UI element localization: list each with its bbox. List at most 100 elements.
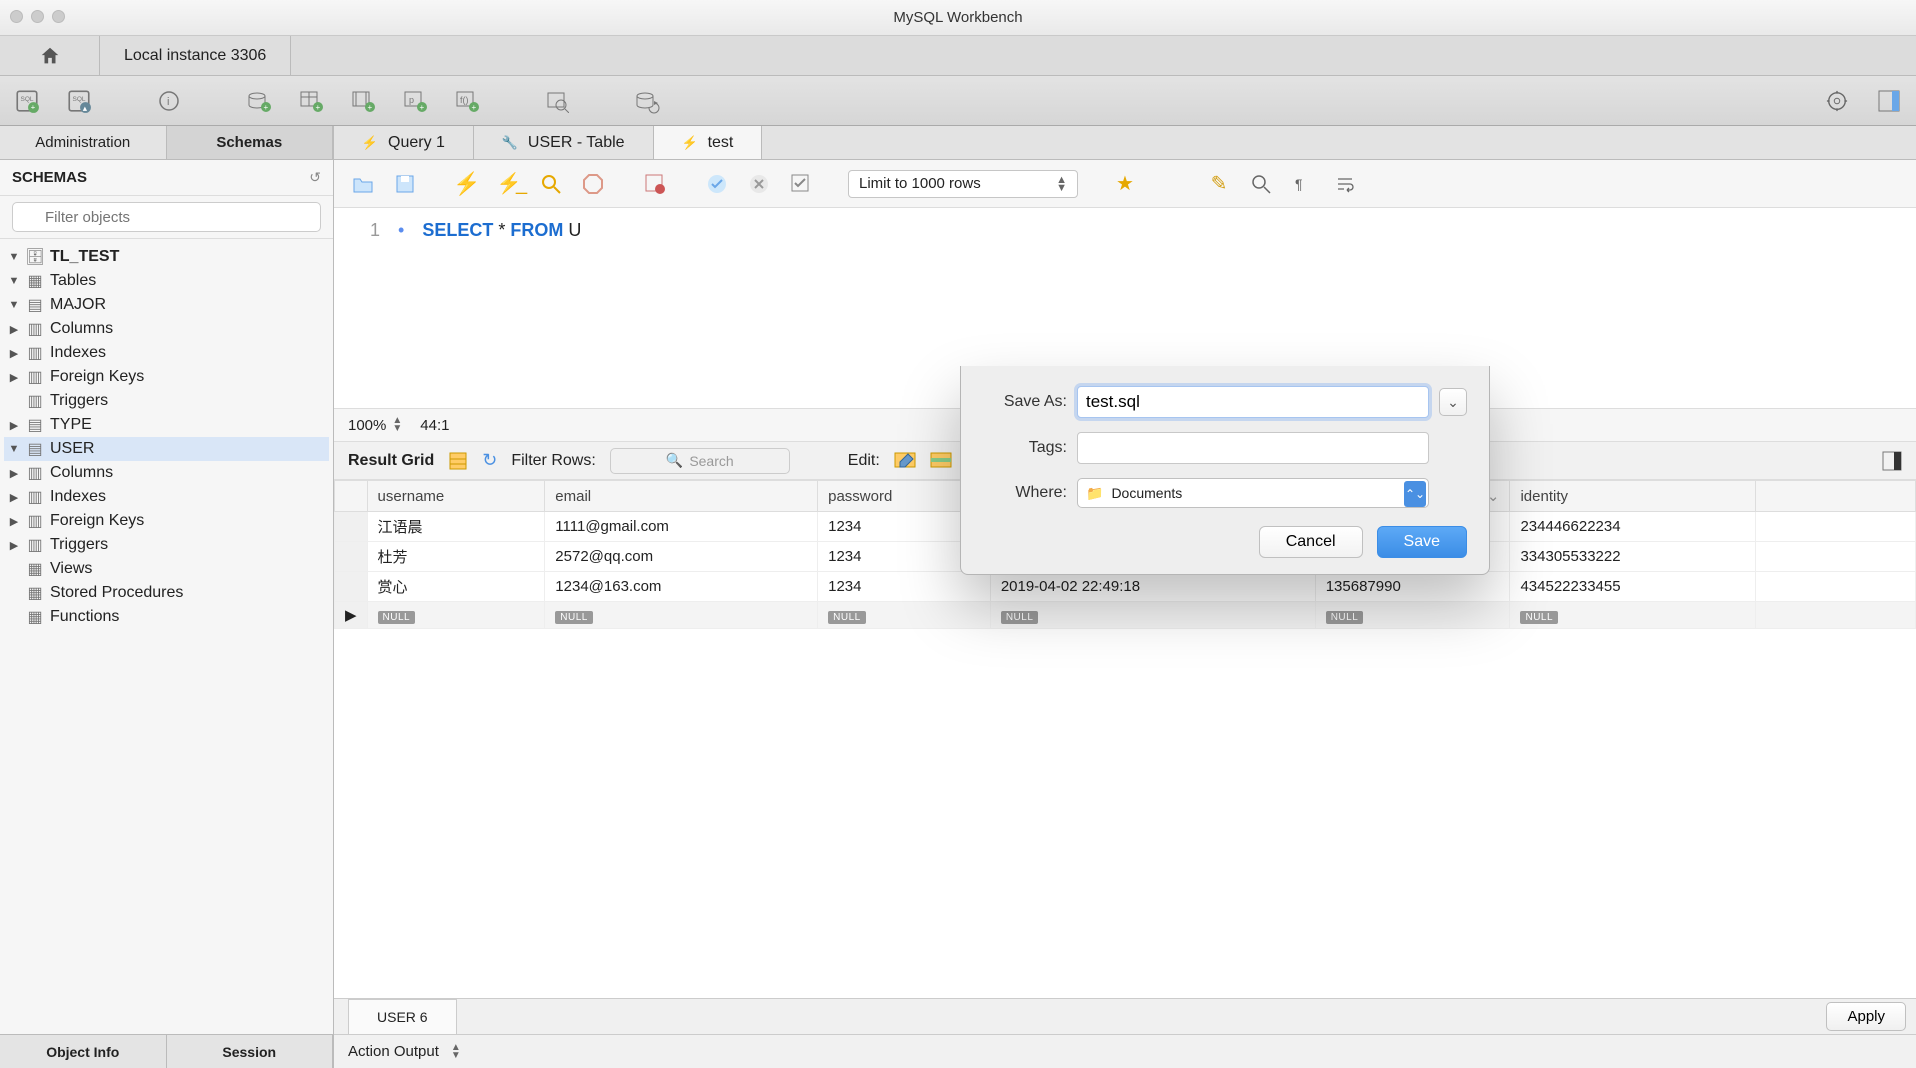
toggle-grid-panel-icon[interactable]: [1882, 451, 1902, 471]
home-tab[interactable]: [0, 36, 100, 75]
tables-node[interactable]: ▼▦Tables: [4, 269, 329, 293]
line-number: 1: [370, 220, 380, 240]
search-table-data-button[interactable]: [540, 84, 574, 118]
columns-icon: ▥: [26, 320, 44, 338]
stop-icon[interactable]: [578, 169, 608, 199]
stored-procedures-node[interactable]: ▦Stored Procedures: [4, 581, 329, 605]
new-sql-tab-button[interactable]: SQL+: [10, 84, 44, 118]
editor-tab-user-table[interactable]: 🔧 USER - Table: [474, 126, 654, 159]
svg-text:+: +: [368, 103, 373, 112]
result-tab-user6[interactable]: USER 6: [348, 999, 457, 1034]
folder-icon: 📁: [1086, 485, 1103, 502]
indexes-node[interactable]: ▶▥Indexes: [4, 341, 329, 365]
rollback-icon[interactable]: [744, 169, 774, 199]
result-grid-icon[interactable]: [448, 451, 468, 471]
filter-objects-input[interactable]: [12, 202, 321, 232]
invisible-chars-icon[interactable]: ¶: [1288, 169, 1318, 199]
insert-row-icon[interactable]: [930, 452, 952, 470]
schemas-sidebar: SCHEMAS ↺ 🔍 ▼🗄TL_TEST ▼▦Tables ▼▤MAJOR ▶…: [0, 160, 334, 1068]
row-header-col: [335, 481, 368, 512]
columns-node[interactable]: ▶▥Columns: [4, 461, 329, 485]
action-output-stepper[interactable]: ▲▼: [451, 1044, 461, 1060]
table-node-user[interactable]: ▼▤USER: [4, 437, 329, 461]
chevron-down-icon: ⌄: [1447, 394, 1459, 411]
row-limit-select[interactable]: Limit to 1000 rows ▲▼: [848, 170, 1078, 198]
home-icon: [39, 45, 61, 67]
svg-text:+: +: [316, 103, 321, 112]
views-node[interactable]: ▦Views: [4, 557, 329, 581]
autocommit-icon[interactable]: [786, 169, 816, 199]
zoom-window-icon[interactable]: [52, 10, 65, 23]
execute-current-icon[interactable]: ⚡̲: [494, 169, 524, 199]
inspector-button[interactable]: i: [152, 84, 186, 118]
create-table-button[interactable]: +: [294, 84, 328, 118]
foreign-keys-node[interactable]: ▶▥Foreign Keys: [4, 509, 329, 533]
apply-button[interactable]: Apply: [1826, 1002, 1906, 1031]
save-as-filename-input[interactable]: [1077, 386, 1429, 418]
tab-administration[interactable]: Administration: [0, 126, 167, 159]
settings-button[interactable]: [1820, 84, 1854, 118]
col-username[interactable]: username: [367, 481, 545, 512]
columns-node[interactable]: ▶▥Columns: [4, 317, 329, 341]
editor-tab-test[interactable]: ⚡ test: [654, 126, 763, 159]
tab-schemas[interactable]: Schemas: [167, 126, 334, 159]
commit-icon[interactable]: [702, 169, 732, 199]
tab-object-info[interactable]: Object Info: [0, 1035, 167, 1068]
execute-icon[interactable]: ⚡: [452, 169, 482, 199]
triggers-node[interactable]: ▥Triggers: [4, 389, 329, 413]
table-node-major[interactable]: ▼▤MAJOR: [4, 293, 329, 317]
tags-input[interactable]: [1077, 432, 1429, 464]
expand-dialog-button[interactable]: ⌄: [1439, 388, 1467, 416]
open-sql-file-button[interactable]: SQL▴: [62, 84, 96, 118]
save-file-icon[interactable]: [390, 169, 420, 199]
close-window-icon[interactable]: [10, 10, 23, 23]
save-button[interactable]: Save: [1377, 526, 1467, 558]
schema-node[interactable]: ▼🗄TL_TEST: [4, 245, 329, 269]
find-icon[interactable]: [1246, 169, 1276, 199]
col-identity[interactable]: identity: [1510, 481, 1756, 512]
foreign-keys-node[interactable]: ▶▥Foreign Keys: [4, 365, 329, 389]
table-row-new[interactable]: ▶ NULL NULL NULL NULL NULL NULL: [335, 602, 1916, 629]
stop-on-error-icon[interactable]: [640, 169, 670, 199]
filter-rows-label: Filter Rows:: [511, 452, 595, 470]
minimize-window-icon[interactable]: [31, 10, 44, 23]
open-file-icon[interactable]: [348, 169, 378, 199]
refresh-schemas-icon[interactable]: ↺: [309, 169, 321, 186]
zoom-stepper[interactable]: ▲▼: [392, 417, 402, 433]
explain-icon[interactable]: [536, 169, 566, 199]
table-row[interactable]: 赏心1234@163.com12342019-04-02 22:49:18135…: [335, 572, 1916, 602]
table-node-type[interactable]: ▶▤TYPE: [4, 413, 329, 437]
triggers-node[interactable]: ▶▥Triggers: [4, 533, 329, 557]
create-function-button[interactable]: f()+: [450, 84, 484, 118]
editor-tab-label: USER - Table: [528, 134, 625, 152]
result-grid-label: Result Grid: [348, 452, 434, 470]
favorite-icon[interactable]: ★: [1110, 169, 1140, 199]
folder-icon: ▦: [26, 272, 44, 290]
search-icon: 🔍: [666, 452, 683, 469]
filter-rows-input[interactable]: 🔍Search: [610, 448, 790, 474]
svg-text:i: i: [167, 96, 169, 108]
create-view-button[interactable]: +: [346, 84, 380, 118]
svg-text:¶: ¶: [1295, 176, 1303, 192]
indexes-icon: ▥: [26, 488, 44, 506]
reconnect-button[interactable]: [630, 84, 664, 118]
where-select[interactable]: 📁 Documents ⌃⌄: [1077, 478, 1429, 508]
editor-tab-query1[interactable]: ⚡ Query 1: [334, 126, 474, 159]
beautify-icon[interactable]: ✎: [1204, 169, 1234, 199]
col-email[interactable]: email: [545, 481, 818, 512]
cancel-button[interactable]: Cancel: [1259, 526, 1363, 558]
tab-session[interactable]: Session: [167, 1035, 334, 1068]
refresh-results-icon[interactable]: ↻: [482, 450, 497, 471]
connection-tab[interactable]: Local instance 3306: [100, 36, 291, 75]
edit-row-icon[interactable]: [894, 452, 916, 470]
wrench-icon: 🔧: [502, 135, 518, 151]
word-wrap-icon[interactable]: [1330, 169, 1360, 199]
toggle-right-panel-button[interactable]: [1872, 84, 1906, 118]
create-procedure-button[interactable]: p+: [398, 84, 432, 118]
create-schema-button[interactable]: +: [242, 84, 276, 118]
query-toolbar: ⚡ ⚡̲ Limit to 1000 rows ▲▼ ★ ✎ ¶: [334, 160, 1916, 208]
table-icon: ▤: [26, 440, 44, 458]
functions-node[interactable]: ▦Functions: [4, 605, 329, 629]
indexes-node[interactable]: ▶▥Indexes: [4, 485, 329, 509]
editor-tab-label: test: [708, 134, 734, 152]
